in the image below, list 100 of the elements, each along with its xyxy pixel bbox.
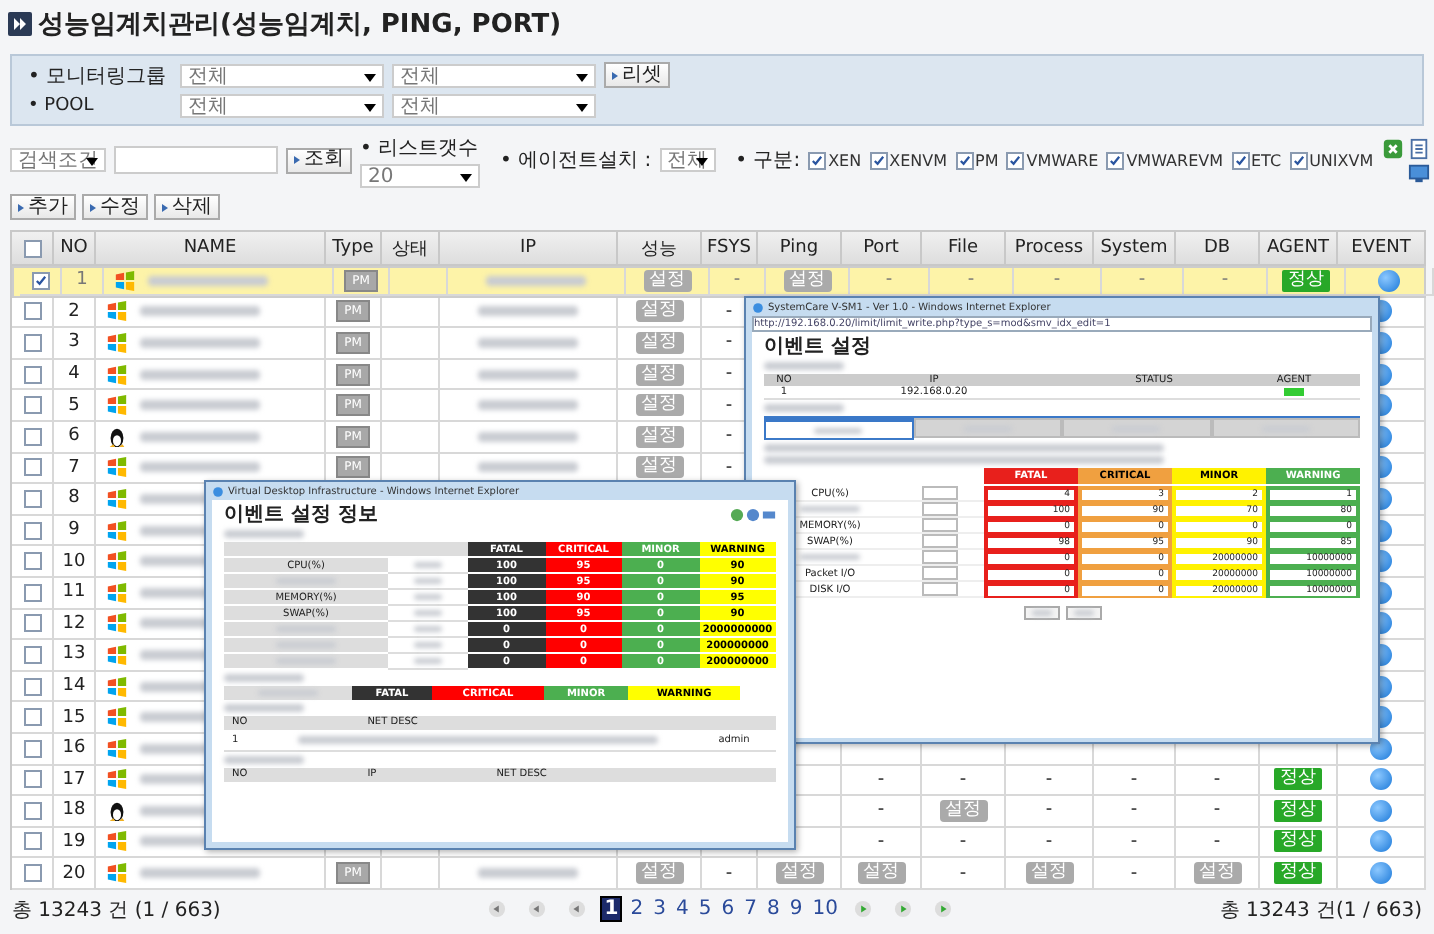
page-nav-icon[interactable] — [893, 900, 912, 919]
agent-status-badge: 정상 — [1274, 768, 1322, 791]
page-nav-icon[interactable] — [933, 900, 952, 919]
spreadsheet-icon[interactable] — [1381, 137, 1404, 159]
blurred-text — [414, 626, 442, 632]
row-checkbox[interactable] — [23, 333, 41, 352]
event-button[interactable] — [1378, 269, 1400, 292]
category-checkbox[interactable] — [1006, 151, 1025, 169]
row-checkbox[interactable] — [23, 708, 41, 727]
action-button[interactable]: 추가 — [10, 194, 76, 220]
count-select[interactable] — [922, 486, 958, 500]
category-checkbox[interactable] — [955, 151, 974, 169]
count-select[interactable] — [922, 502, 958, 516]
row-checkbox[interactable] — [23, 739, 41, 758]
count-select[interactable] — [922, 518, 958, 532]
page-nav-icon[interactable] — [853, 900, 872, 919]
page-title: 성능임계치관리(성능임계치, PING, PORT) — [38, 8, 562, 42]
row-checkbox[interactable] — [31, 271, 49, 290]
action-button[interactable]: 삭제 — [154, 194, 220, 220]
monitor-icon[interactable] — [1407, 161, 1430, 183]
category-checkbox[interactable] — [869, 151, 888, 169]
page-link[interactable]: 6 — [719, 898, 737, 921]
category-checkbox[interactable] — [808, 151, 827, 169]
blurred-ip — [478, 337, 578, 348]
row-checkbox[interactable] — [23, 427, 41, 446]
row-checkbox[interactable] — [23, 770, 41, 789]
caret-icon — [364, 73, 376, 81]
event-button[interactable] — [1370, 862, 1392, 885]
tab[interactable] — [764, 418, 913, 440]
row-checkbox[interactable] — [23, 832, 41, 851]
blurred-name — [140, 431, 260, 442]
windows-icon — [106, 675, 128, 698]
action-button[interactable]: 수정 — [82, 194, 148, 220]
pool-select[interactable]: 전체 — [392, 93, 596, 117]
row-checkbox[interactable] — [23, 458, 41, 477]
event-button[interactable] — [1370, 830, 1392, 853]
row-checkbox[interactable] — [23, 645, 41, 664]
page-nav-icon[interactable] — [528, 900, 547, 919]
cell-text: - — [1213, 769, 1221, 790]
document-icon[interactable] — [1407, 137, 1430, 159]
group-select[interactable]: 전체 — [392, 63, 596, 87]
page-link[interactable]: 2 — [628, 898, 646, 921]
blurred-text — [414, 658, 442, 664]
category-checkbox[interactable] — [1289, 151, 1308, 169]
row-checkbox[interactable] — [23, 677, 41, 696]
event-button[interactable] — [1370, 799, 1392, 822]
windows-icon — [106, 768, 128, 791]
column-header: 성능 — [641, 237, 677, 261]
group-select[interactable]: 전체 — [180, 63, 384, 87]
row-checkbox[interactable] — [23, 552, 41, 571]
select-all-checkbox[interactable] — [23, 239, 41, 257]
row-checkbox[interactable] — [23, 864, 41, 883]
row-number: 14 — [62, 676, 86, 697]
row-checkbox[interactable] — [23, 614, 41, 633]
count-select[interactable] — [922, 582, 958, 596]
page-link[interactable]: 10 — [810, 898, 840, 921]
category-label: XENVM — [889, 151, 948, 169]
list-count-select[interactable]: 20 — [360, 163, 480, 187]
windows-icon — [106, 581, 128, 604]
dialog-button[interactable] — [1065, 606, 1101, 620]
row-number: 20 — [62, 863, 86, 884]
page-link[interactable]: 3 — [651, 898, 668, 921]
blurred-name — [140, 462, 260, 473]
search-button[interactable]: 조회 — [286, 147, 352, 173]
page-link[interactable]: 1 — [600, 896, 623, 923]
blurred-name — [140, 306, 260, 317]
count-select[interactable] — [922, 550, 958, 564]
row-checkbox[interactable] — [23, 365, 41, 384]
windows-icon — [114, 269, 136, 292]
count-select[interactable] — [922, 534, 958, 548]
page-nav-icon[interactable] — [488, 900, 507, 919]
row-checkbox[interactable] — [23, 801, 41, 820]
page-link[interactable]: 8 — [764, 898, 782, 921]
printer-icon[interactable] — [762, 508, 776, 522]
caret-icon — [460, 173, 472, 181]
search-field[interactable] — [114, 146, 278, 174]
cell-text: - — [1213, 800, 1221, 821]
row-checkbox[interactable] — [23, 396, 41, 415]
total-count: 총 13243 건 (1 / 663) — [12, 897, 221, 924]
row-number: 11 — [62, 582, 86, 603]
row-checkbox[interactable] — [23, 521, 41, 540]
category-checkbox[interactable] — [1106, 151, 1125, 169]
row-checkbox[interactable] — [23, 583, 41, 602]
page-link[interactable]: 7 — [742, 898, 759, 921]
pool-select[interactable]: 전체 — [180, 93, 384, 117]
event-button[interactable] — [1370, 768, 1392, 791]
condition-select[interactable]: 검색조건 — [10, 148, 106, 172]
page-link[interactable]: 9 — [787, 898, 805, 921]
category-checkbox[interactable] — [1231, 151, 1249, 169]
count-select[interactable] — [922, 566, 958, 580]
row-checkbox[interactable] — [23, 302, 41, 321]
column-header: Port — [863, 238, 899, 258]
page-link[interactable]: 5 — [696, 898, 714, 921]
windows-icon — [106, 706, 128, 729]
row-checkbox[interactable] — [23, 489, 41, 508]
page-nav-icon[interactable] — [568, 900, 587, 919]
page-link[interactable]: 4 — [673, 898, 691, 921]
reset-button[interactable]: 리셋 — [604, 62, 670, 88]
agent-status-badge: 정상 — [1274, 799, 1322, 822]
dialog-button[interactable] — [1023, 606, 1059, 620]
